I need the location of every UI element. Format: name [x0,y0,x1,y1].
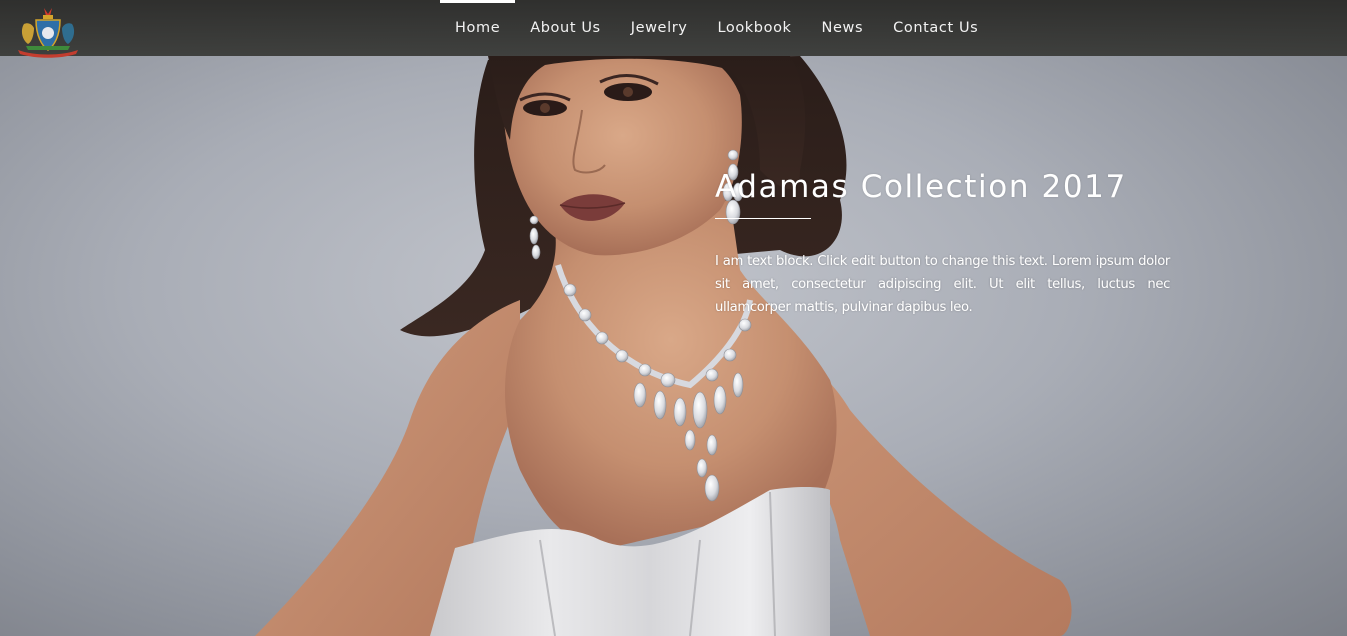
hero-body-text: I am text block. Click edit button to ch… [715,254,1170,315]
hero-text-block: Adamas Collection 2017 I am text block. … [715,166,1170,332]
top-navigation-bar: Home About Us Jewelry Lookbook News Cont… [0,0,1347,58]
nav-item-home[interactable]: Home [440,0,516,56]
nav-item-contact-us[interactable]: Contact Us [878,0,993,56]
royal-coat-of-arms-icon [18,8,78,58]
main-navigation: Home About Us Jewelry Lookbook News Cont… [440,0,993,56]
page: Home About Us Jewelry Lookbook News Cont… [0,0,1347,636]
hero-title: Adamas Collection 2017 [715,169,1127,205]
nav-item-about-us[interactable]: About Us [515,0,615,56]
title-divider [715,218,811,219]
nav-item-lookbook[interactable]: Lookbook [702,0,806,56]
nav-item-jewelry[interactable]: Jewelry [616,0,703,56]
logo[interactable] [14,6,82,58]
nav-item-news[interactable]: News [807,0,879,56]
